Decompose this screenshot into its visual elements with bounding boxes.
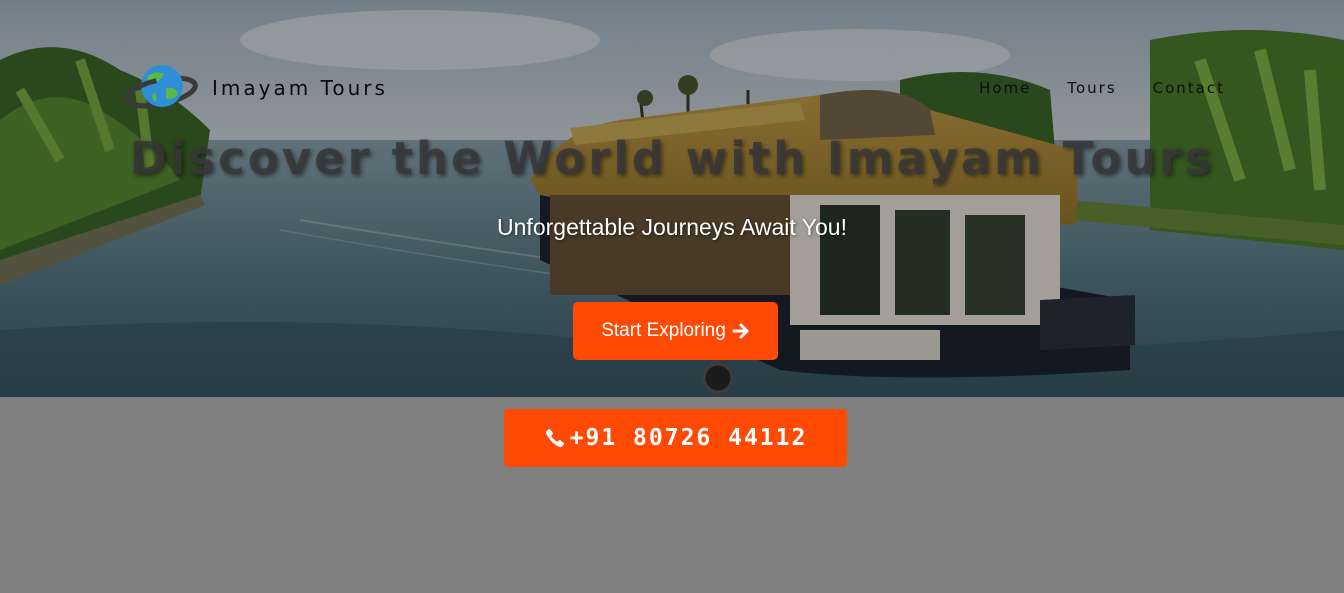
start-exploring-button[interactable]: Start Exploring [573, 302, 778, 360]
globe-icon [124, 62, 198, 114]
hero-title: Discover the World with Imayam Tours [129, 132, 1215, 185]
cta-label: Start Exploring [601, 320, 726, 341]
nav-link-home[interactable]: Home [979, 79, 1031, 97]
nav-link-contact[interactable]: Contact [1153, 79, 1225, 97]
nav-menu: Home Tours Contact [979, 79, 1225, 97]
phone-number: +91 80726 44112 [569, 425, 808, 451]
nav-link-tours[interactable]: Tours [1067, 79, 1116, 97]
hero-section: Imayam Tours Home Tours Contact Discover… [0, 0, 1344, 397]
arrow-right-icon [732, 322, 750, 340]
call-phone-button[interactable]: +91 80726 44112 [504, 409, 847, 467]
brand-name: Imayam Tours [212, 76, 388, 100]
phone-icon [544, 427, 566, 449]
brand[interactable]: Imayam Tours [124, 62, 388, 114]
hero-subtitle: Unforgettable Journeys Await You! [497, 214, 847, 240]
